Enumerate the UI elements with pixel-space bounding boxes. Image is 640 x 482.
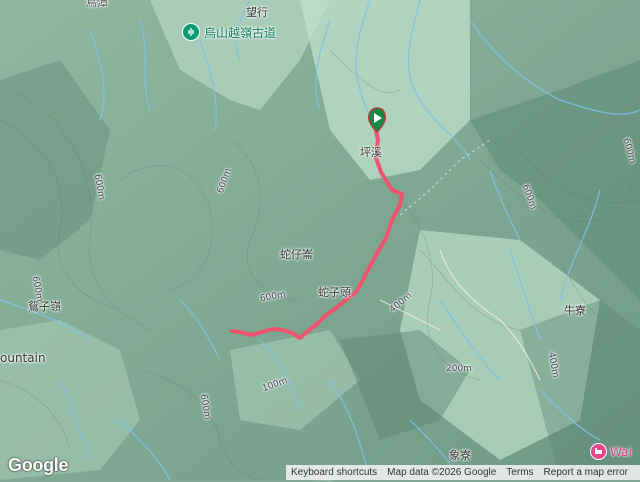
poi-hotel[interactable]: Wai [590,443,632,460]
poi-label: 烏山越嶺古道 [204,25,277,40]
hotel-icon [590,443,607,460]
place-label-sheziqi: 蛇仔崙 [280,248,313,261]
poi-wushan-trail[interactable]: 烏山越嶺古道 [182,23,276,41]
hotel-label: Wai [610,444,632,459]
place-label-top: 鳥潭 [86,0,108,9]
terrain-map[interactable] [0,0,640,480]
place-label-mountain: ountain [0,351,46,365]
place-label-wangxing: 望行 [246,6,268,19]
place-label-pingxi: 坪溪 [360,146,382,159]
map-data-label: Map data ©2026 Google [387,467,497,478]
place-label-xiangliao: 象寮 [449,449,471,462]
place-label-shezitou: 蛇子頭 [318,286,351,299]
contour-label: 200m [446,364,472,374]
terms-link[interactable]: Terms [501,467,538,478]
hiking-trail-icon [182,23,200,41]
attribution-bar: Keyboard shortcuts Map data ©2026 Google… [286,465,640,480]
place-label-niuliao: 牛寮 [564,304,586,317]
report-error-link[interactable]: Report a map error [539,467,633,478]
keyboard-shortcuts-link[interactable]: Keyboard shortcuts [286,467,382,478]
google-logo: Google [8,455,69,475]
